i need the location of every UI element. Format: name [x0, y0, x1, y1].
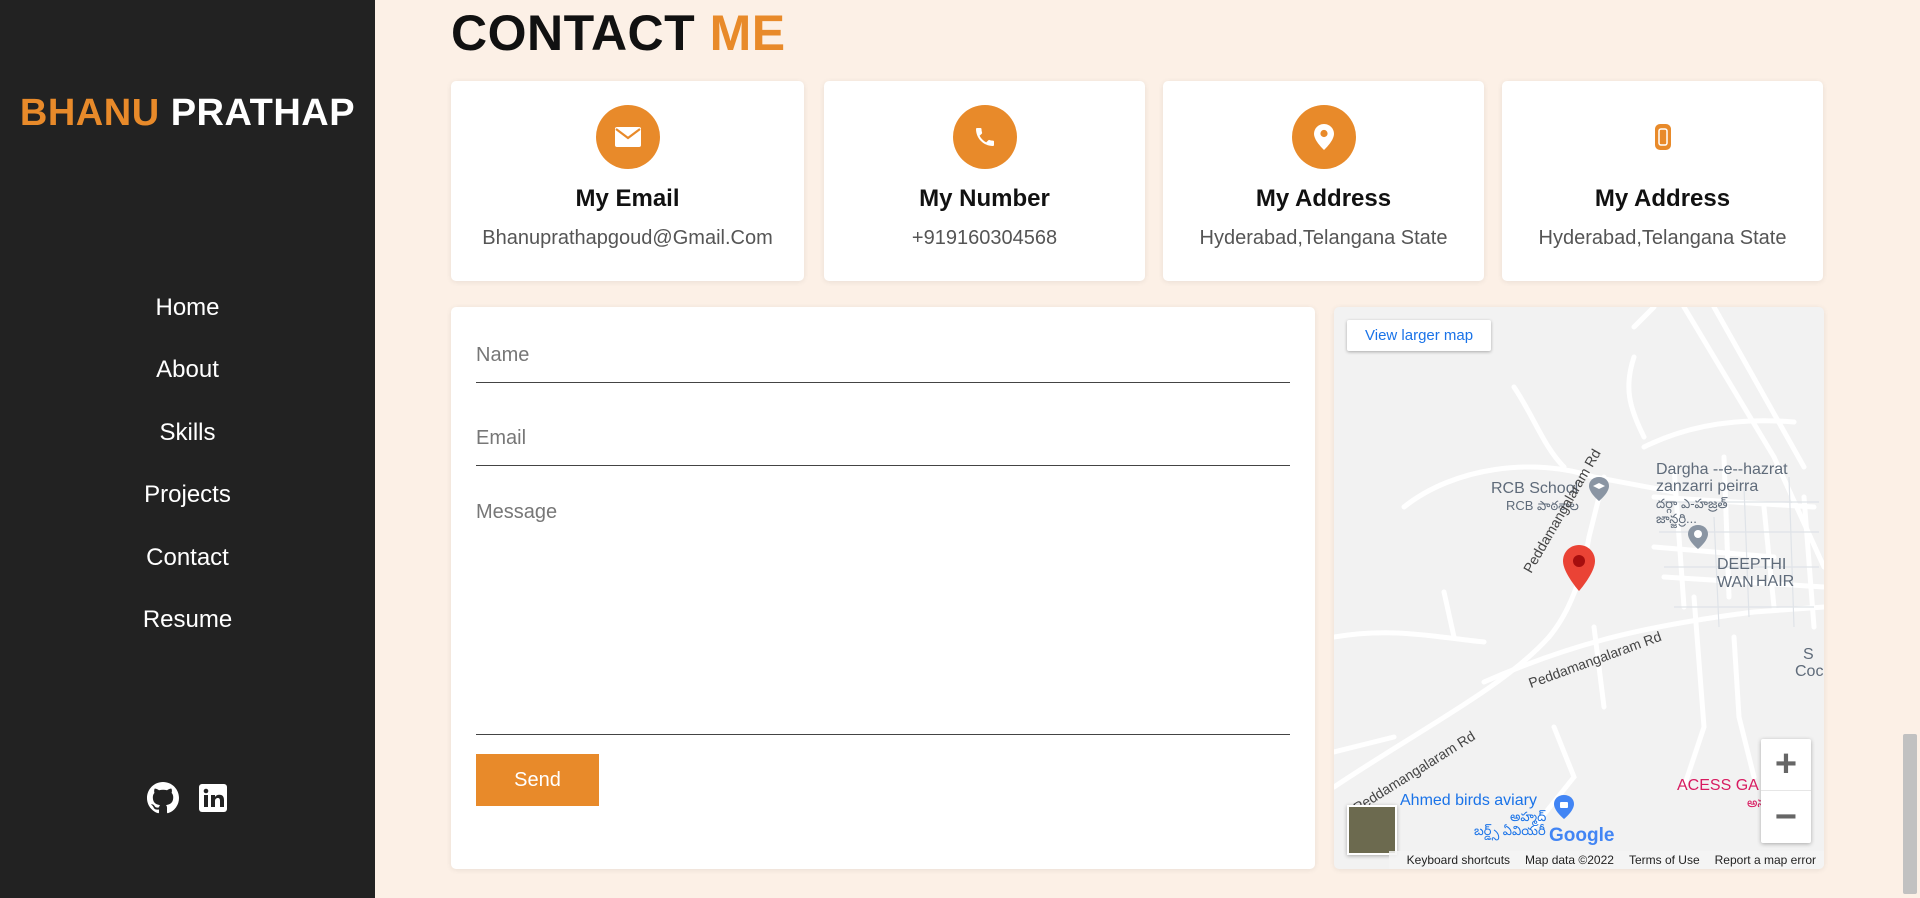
- contact-card-email: My Email Bhanuprathapgoud@Gmail.Com: [451, 81, 804, 281]
- nav-item-projects[interactable]: Projects: [0, 475, 375, 537]
- brand-first-name: BHANU: [19, 92, 160, 134]
- send-button[interactable]: Send: [476, 754, 599, 806]
- card-value: Hyderabad,Telangana State: [1538, 227, 1787, 249]
- scrollbar-thumb[interactable]: [1903, 734, 1917, 894]
- card-value: Bhanuprathapgoud@Gmail.Com: [482, 227, 773, 249]
- contact-card-address: My Address Hyderabad,Telangana State: [1163, 81, 1484, 281]
- school-marker-icon[interactable]: [1587, 477, 1611, 501]
- section-title-accent: ME: [709, 5, 786, 61]
- view-larger-map-link[interactable]: View larger map: [1347, 320, 1492, 351]
- map-label-deepthi-2: HAIR: [1756, 573, 1795, 590]
- brand-last-name: PRATHAP: [170, 92, 356, 134]
- name-input[interactable]: [476, 329, 1290, 383]
- github-icon[interactable]: [146, 782, 179, 814]
- sidebar: BHANU PRATHAP Home About Skills Projects…: [0, 0, 375, 898]
- map-label-s-coc-2: Coc: [1795, 663, 1824, 680]
- satellite-toggle[interactable]: [1347, 805, 1397, 855]
- map-label-acess: ACESS GA: [1677, 777, 1759, 794]
- social-links: [0, 782, 375, 814]
- map-zoom-controls: + −: [1761, 739, 1811, 843]
- contact-form: Send: [451, 307, 1315, 869]
- card-title: My Address: [1594, 185, 1731, 212]
- phone-icon: [952, 105, 1017, 169]
- google-logo: Google: [1549, 825, 1615, 846]
- message-textarea[interactable]: [476, 495, 1290, 735]
- terms-of-use-link[interactable]: Terms of Use: [1629, 853, 1700, 867]
- card-title: My Number: [919, 185, 1050, 212]
- map-data-label: Map data ©2022: [1525, 853, 1614, 867]
- brand-logo[interactable]: BHANU PRATHAP: [0, 92, 375, 135]
- map-label-dargha-1: Dargha --e--hazrat: [1656, 461, 1788, 478]
- nav-item-about[interactable]: About: [0, 350, 375, 412]
- mobile-icon: [1631, 105, 1695, 169]
- map-label-s-coc-1: S: [1803, 646, 1814, 663]
- nav-item-skills[interactable]: Skills: [0, 413, 375, 475]
- section-title-main: CONTACT: [451, 5, 696, 61]
- map-label-dargha-2: zanzarri peirra: [1656, 478, 1759, 495]
- nav-item-contact[interactable]: Contact: [0, 538, 375, 600]
- linkedin-icon[interactable]: [197, 782, 229, 814]
- card-value: Hyderabad,Telangana State: [1199, 227, 1448, 249]
- card-title: My Email: [575, 185, 680, 212]
- nav-item-home[interactable]: Home: [0, 288, 375, 350]
- card-title: My Address: [1255, 185, 1392, 212]
- page-scrollbar[interactable]: [1900, 0, 1920, 898]
- nav-item-resume[interactable]: Resume: [0, 600, 375, 662]
- zoom-in-button[interactable]: +: [1761, 739, 1811, 791]
- map-label-ahmed-te-2: బర్డ్స్ ఏవియరీ: [1474, 823, 1546, 838]
- report-map-error-link[interactable]: Report a map error: [1715, 853, 1816, 867]
- mosque-marker-icon[interactable]: [1686, 525, 1710, 549]
- keyboard-shortcuts-link[interactable]: Keyboard shortcuts: [1407, 853, 1510, 867]
- contact-card-phone: My Number +919160304568: [824, 81, 1145, 281]
- main-nav: Home About Skills Projects Contact Resum…: [0, 288, 375, 662]
- embedded-map[interactable]: View larger map RCB School RCB పాఠశాల Da…: [1334, 307, 1824, 869]
- email-input[interactable]: [476, 412, 1290, 466]
- contact-card-address-secondary: My Address Hyderabad,Telangana State: [1502, 81, 1823, 281]
- card-value: +919160304568: [911, 227, 1058, 249]
- map-pin-icon: [1291, 105, 1356, 169]
- map-footer: Keyboard shortcuts Map data ©2022 Terms …: [1389, 851, 1824, 869]
- location-pin-icon[interactable]: [1562, 545, 1596, 591]
- shopping-marker-icon[interactable]: [1552, 795, 1576, 819]
- envelope-icon: [595, 105, 660, 169]
- section-title: CONTACT ME: [451, 4, 786, 62]
- zoom-out-button[interactable]: −: [1761, 791, 1811, 843]
